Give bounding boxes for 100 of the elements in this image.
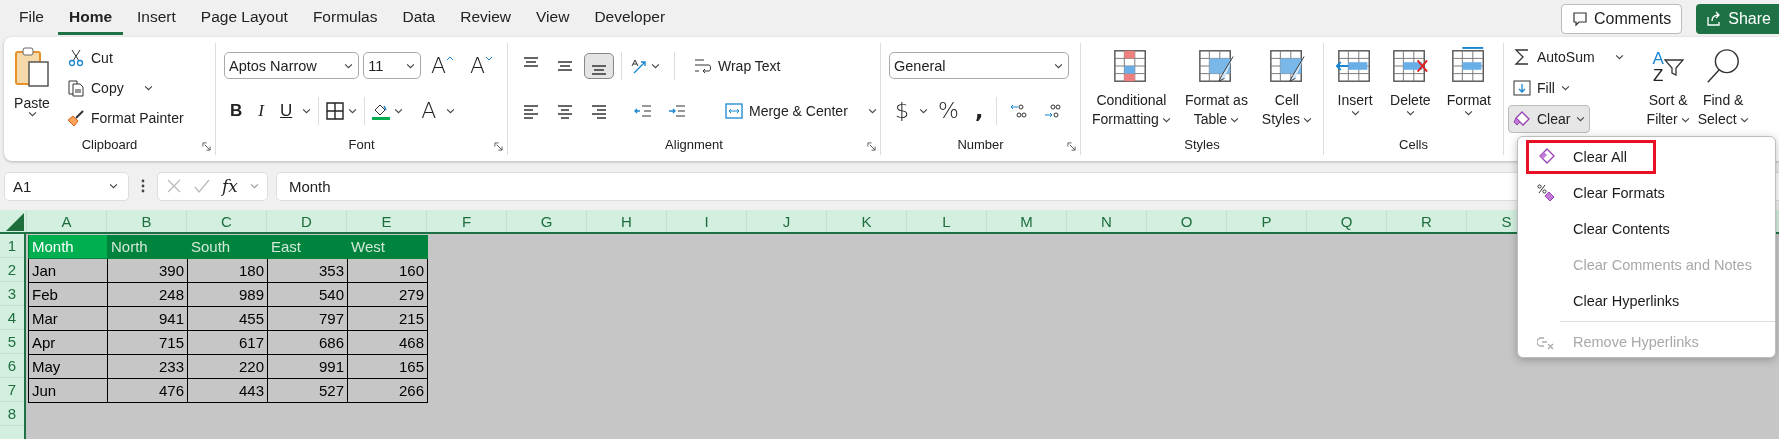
column-header[interactable]: H [586,210,666,232]
column-header[interactable]: I [666,210,746,232]
fill-down-icon [1513,79,1531,97]
autosum-button[interactable]: AutoSum [1508,43,1629,71]
ribbon-tab[interactable]: Developer [583,2,677,35]
table-cell: Jan [28,259,108,283]
row-header[interactable]: 4 [0,306,24,330]
italic-button[interactable]: I [252,100,270,121]
ribbon-tab[interactable]: Data [391,2,447,35]
ribbon-button[interactable]: Format as Table [1180,43,1252,133]
underline-button[interactable]: U [273,100,299,121]
decrease-font-size-button[interactable]: A [463,53,499,78]
paintbrush-icon [67,109,85,127]
group-label: Alignment [665,136,723,152]
insert-function-button[interactable]: fx [222,176,238,196]
column-header[interactable]: B [106,210,186,232]
column-header[interactable]: C [186,210,266,232]
row-header[interactable]: 8 [0,402,24,426]
fill-button[interactable]: Fill [1508,74,1575,102]
chevron-icon [1350,110,1360,116]
chevron-icon [1054,62,1063,69]
column-header[interactable]: D [266,210,346,232]
font-color-button[interactable]: A [415,98,443,123]
row-header[interactable]: 6 [0,354,24,378]
ribbon-tab[interactable]: View [525,2,581,35]
ribbon-button[interactable]: Conditional Formatting [1088,43,1175,133]
checkmark-icon[interactable] [194,178,210,194]
more-options-icon[interactable] [141,178,145,194]
chevron-icon [1464,110,1474,116]
comments-button[interactable]: Comments [1560,3,1683,34]
column-header[interactable]: R [1386,210,1466,232]
row-header[interactable]: 3 [0,282,24,306]
chevron-icon[interactable] [919,107,928,114]
align-lines-icon [590,64,608,75]
chevron-icon [1303,116,1312,123]
table-cell: 353 [268,259,348,283]
ribbon-tab[interactable]: Formulas [301,2,389,35]
paste-button[interactable]: Paste [10,43,54,133]
column-header[interactable]: E [346,210,426,232]
group-label: Styles [1184,136,1220,152]
column-header[interactable]: N [1066,210,1146,232]
column-header[interactable]: J [746,210,826,232]
chevron-icon[interactable] [348,107,358,114]
column-header[interactable]: G [506,210,586,232]
chevron-icon[interactable] [394,107,404,114]
chevron-icon[interactable] [446,107,456,114]
column-header[interactable]: F [426,210,506,232]
table-cell: 540 [268,283,348,307]
table-cell: 390 [108,259,188,283]
ribbon-button[interactable]: Cell Styles [1257,43,1316,133]
menu-item[interactable]: Clear Hyperlinks [1526,284,1695,318]
increase-font-size-button[interactable]: A [424,53,460,78]
ribbon-button[interactable]: Delete [1386,43,1435,133]
chevron-icon[interactable] [651,62,660,69]
dialog-launcher-icon[interactable] [494,142,503,151]
font-name-dropdown[interactable]: Aptos Narrow [224,52,360,79]
currency-button[interactable]: $ [889,98,915,123]
ribbon-tab[interactable]: File [8,2,55,35]
column-header[interactable]: M [986,210,1066,232]
chevron-icon[interactable] [302,107,312,114]
ribbon-button[interactable]: Insert [1332,43,1379,133]
column-header[interactable]: K [826,210,906,232]
table-cell: 165 [348,355,428,379]
merge-center-button[interactable]: Merge & Center [720,96,882,125]
share-button[interactable]: Share [1696,3,1779,34]
ribbon-button[interactable]: Format [1442,43,1495,133]
percent-button[interactable]: % [932,98,965,123]
table-header-cell: West [348,235,428,259]
find-select-button[interactable]: Find & Select [1693,43,1753,155]
wrap-text-button[interactable]: Wrap Text [689,51,786,80]
dialog-launcher-icon[interactable] [202,142,211,151]
name-box[interactable]: A1 [4,171,129,201]
row-header[interactable]: 7 [0,378,24,402]
row-header[interactable]: 2 [0,258,24,282]
row-header[interactable]: 1 [0,234,24,258]
dialog-launcher-icon[interactable] [1067,142,1076,151]
dialog-launcher-icon[interactable] [867,142,876,151]
format-painter-button[interactable]: Format Painter [62,104,189,132]
select-all-icon[interactable] [4,211,24,231]
bold-button[interactable]: B [224,100,249,121]
table-cell: 941 [108,307,188,331]
ribbon-tab[interactable]: Insert [126,2,187,35]
number-format-dropdown[interactable]: General [889,52,1069,79]
group-label: Cells [1399,136,1428,152]
copy-button[interactable]: Copy [62,74,189,102]
comma-style-button[interactable]: , [968,98,990,123]
column-header[interactable]: A [26,210,106,232]
vertical-align-button[interactable] [584,52,614,79]
clear-button[interactable]: Clear [1508,105,1591,133]
column-header[interactable]: L [906,210,986,232]
row-header[interactable]: 5 [0,330,24,354]
ribbon-tab[interactable]: Review [449,2,523,35]
menu-item[interactable]: Clear All [1526,140,1656,174]
font-size-dropdown[interactable]: 11 [363,52,421,79]
ribbon-tab[interactable]: Page Layout [189,2,299,35]
column-header[interactable]: P [1226,210,1306,232]
cut-button[interactable]: Cut [62,44,189,72]
borders-icon[interactable] [326,101,345,120]
column-header[interactable]: O [1146,210,1226,232]
column-header[interactable]: Q [1306,210,1386,232]
